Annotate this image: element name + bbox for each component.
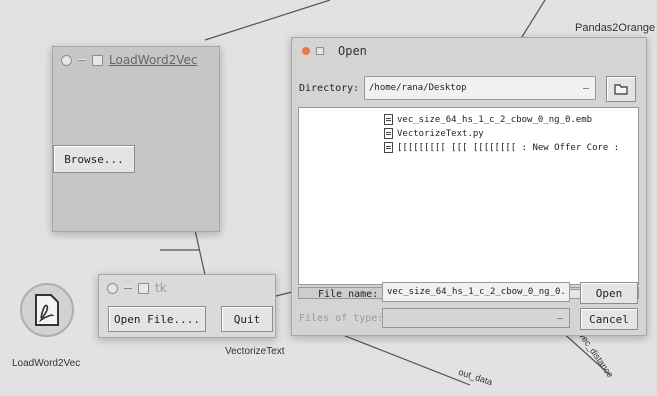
dialog-title: Open	[338, 44, 367, 58]
cancel-button[interactable]: Cancel	[580, 308, 638, 330]
file-name: vec_size_64_hs_1_c_2_cbow_0_ng_0.emb	[397, 114, 593, 125]
chevron-down-icon	[557, 318, 563, 319]
close-icon[interactable]	[61, 54, 72, 66]
open-button[interactable]: Open	[580, 282, 638, 304]
link-line	[519, 0, 546, 41]
close-icon[interactable]	[302, 47, 310, 55]
loadword2vec-titlebar[interactable]: LoadWord2Vec	[53, 47, 219, 73]
file-icon	[384, 128, 393, 139]
chevron-down-icon	[583, 88, 589, 89]
window-title: tk	[155, 281, 167, 295]
file-name-label: File name:	[318, 289, 379, 300]
browse-button[interactable]: Browse...	[53, 145, 135, 173]
minimize-icon[interactable]	[78, 59, 86, 61]
minimize-icon[interactable]	[124, 287, 132, 289]
open-dialog-titlebar[interactable]: Open	[292, 38, 646, 64]
link-line	[194, 229, 206, 276]
open-file-button[interactable]: Open File....	[108, 306, 206, 332]
link-line	[204, 0, 331, 41]
maximize-icon[interactable]	[92, 54, 103, 66]
link-line	[329, 329, 471, 386]
list-item[interactable]: [[[[[[[[[ [[[ [[[[[[[[ : New Offer Core …	[384, 142, 619, 153]
directory-label: Directory:	[299, 83, 360, 94]
file-type-label: Files of type:	[299, 313, 384, 324]
loadword2vec-node-icon[interactable]	[20, 283, 74, 337]
file-name: VectorizeText.py	[397, 128, 484, 139]
node-label-vectorizetext: VectorizeText	[225, 346, 285, 357]
open-file-dialog: Open Directory: /home/rana/Desktop vec_s…	[291, 37, 647, 336]
directory-select[interactable]: /home/rana/Desktop	[364, 76, 596, 100]
list-item[interactable]: VectorizeText.py	[384, 128, 484, 139]
new-folder-button[interactable]	[606, 76, 636, 102]
list-item[interactable]: vec_size_64_hs_1_c_2_cbow_0_ng_0.emb	[384, 114, 592, 125]
file-name-value: vec_size_64_hs_1_c_2_cbow_0_ng_0.	[387, 287, 566, 297]
file-name: [[[[[[[[[ [[[ [[[[[[[[ : New Offer Core …	[397, 142, 620, 153]
node-label-pandas2orange: Pandas2Orange	[575, 22, 656, 34]
folder-icon	[614, 84, 628, 95]
file-name-input[interactable]: vec_size_64_hs_1_c_2_cbow_0_ng_0.	[382, 282, 570, 302]
directory-value: /home/rana/Desktop	[369, 83, 467, 93]
maximize-icon[interactable]	[138, 282, 149, 294]
maximize-icon[interactable]	[316, 47, 324, 55]
window-title: LoadWord2Vec	[109, 53, 198, 67]
tk-window: tk Open File.... Quit	[98, 274, 276, 338]
file-list[interactable]: vec_size_64_hs_1_c_2_cbow_0_ng_0.emb Vec…	[298, 107, 639, 285]
quit-button[interactable]: Quit	[221, 306, 273, 332]
close-icon[interactable]	[107, 282, 118, 294]
file-icon	[384, 142, 393, 153]
tk-titlebar[interactable]: tk	[99, 275, 275, 301]
loadword2vec-window: LoadWord2Vec Browse...	[52, 46, 220, 232]
file-icon	[384, 114, 393, 125]
document-icon	[35, 294, 59, 326]
node-label-loadword2vec: LoadWord2Vec	[12, 358, 81, 369]
file-type-select	[382, 308, 570, 328]
